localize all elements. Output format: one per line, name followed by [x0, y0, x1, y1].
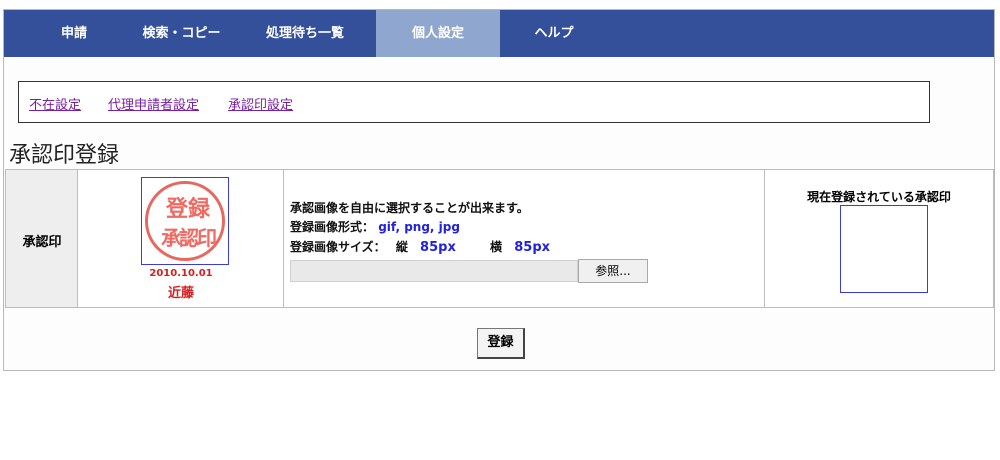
size-row: 登録画像サイズ： 縦 85px 横 85px [290, 238, 550, 255]
size-label: 登録画像サイズ： [290, 240, 386, 254]
browse-button[interactable]: 参照... [578, 259, 648, 283]
register-button[interactable]: 登録 [477, 328, 525, 359]
top-nav: 申請 検索・コピー 処理待ち一覧 個人設定 ヘルプ [4, 10, 994, 57]
nav-tab-personal-settings[interactable]: 個人設定 [376, 10, 500, 57]
settings-subnav: 不在設定 代理申請者設定 承認印設定 [18, 81, 930, 123]
format-value: gif, png, jpg [378, 220, 460, 234]
nav-tab-pending-list[interactable]: 処理待ち一覧 [250, 10, 360, 57]
upload-info-cell: 承認画像を自由に選択することが出来ます。 登録画像形式： gif, png, j… [284, 170, 765, 307]
current-stamp-title: 現在登録されている承認印 [807, 190, 951, 204]
upload-description: 承認画像を自由に選択することが出来ます。 [290, 201, 529, 215]
page-title: 承認印登録 [9, 143, 120, 168]
link-absence-settings[interactable]: 不在設定 [29, 94, 81, 113]
format-row: 登録画像形式： gif, png, jpg [290, 218, 460, 235]
stamp-text-line1: 登録 [165, 196, 210, 222]
stamp-circle: 登録 承認印 [145, 181, 225, 261]
nav-tab-apply[interactable]: 申請 [44, 10, 104, 57]
link-proxy-applicant-settings[interactable]: 代理申請者設定 [108, 94, 199, 113]
file-path-input[interactable] [290, 260, 578, 282]
link-approval-stamp-settings[interactable]: 承認印設定 [228, 94, 293, 113]
width-value: 85px [514, 240, 551, 255]
stamp-sample-image: 登録 承認印 [141, 177, 229, 265]
nav-tab-search-copy[interactable]: 検索・コピー [129, 10, 234, 57]
stamp-text-line2: 承認印 [161, 226, 217, 250]
height-label: 縦 [395, 240, 408, 254]
stamp-name: 近藤 [167, 286, 194, 301]
stamp-preview-cell: 登録 承認印 2010.10.01 近藤 [78, 170, 284, 307]
format-label: 登録画像形式： [290, 220, 375, 234]
current-stamp-image [840, 205, 928, 293]
height-value: 85px [420, 240, 456, 255]
stamp-form-table: 承認印 登録 承認印 2010.10.01 近藤 承認画像を自由に選択することが… [5, 169, 994, 308]
current-stamp-cell: 現在登録されている承認印 [765, 170, 993, 307]
nav-tab-help[interactable]: ヘルプ [514, 10, 594, 57]
row-label: 承認印 [22, 235, 62, 250]
stamp-date: 2010.10.01 [149, 268, 213, 279]
row-label-cell: 承認印 [6, 170, 78, 307]
width-label: 横 [490, 240, 503, 254]
